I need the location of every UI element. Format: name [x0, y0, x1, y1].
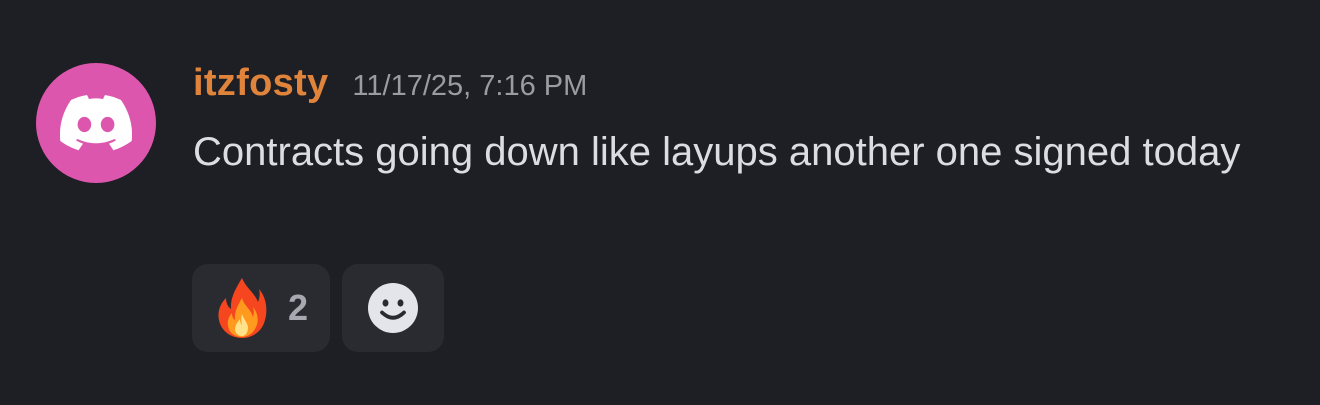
username[interactable]: itzfosty: [193, 62, 328, 105]
reaction-fire[interactable]: 2: [192, 264, 330, 352]
reaction-count: 2: [288, 287, 309, 328]
timestamp[interactable]: 11/17/25, 7:16 PM: [352, 70, 587, 103]
message-header: itzfosty 11/17/25, 7:16 PM: [193, 62, 587, 105]
avatar[interactable]: [36, 63, 156, 183]
add-reaction-button[interactable]: [342, 264, 444, 352]
message-content: Contracts going down like layups another…: [193, 130, 1241, 174]
discord-logo-icon: [60, 95, 132, 151]
smiley-face-icon: [368, 283, 418, 333]
reactions-bar: 2: [192, 264, 444, 352]
fire-emoji-icon: [218, 278, 267, 338]
chat-message: itzfosty 11/17/25, 7:16 PM Contracts goi…: [0, 0, 1320, 405]
